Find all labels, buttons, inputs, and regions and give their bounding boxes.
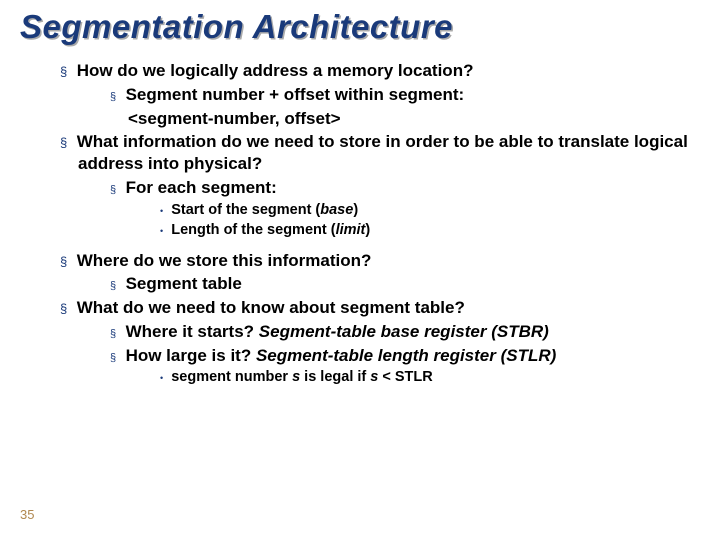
bullet-text: Where it starts? Segment-table base regi… <box>126 322 549 341</box>
bullet-text: Segment table <box>126 274 242 293</box>
bullet-l3: • Length of the segment (limit) <box>160 221 700 240</box>
bullet-icon: • <box>160 373 163 383</box>
bullet-icon: § <box>60 301 67 316</box>
bullet-icon: • <box>160 206 163 216</box>
bullet-text: <segment-number, offset> <box>128 109 341 128</box>
slide: Segmentation Architecture § How do we lo… <box>0 0 720 540</box>
bullet-l2: § Segment number + offset within segment… <box>110 84 700 106</box>
bullet-icon: § <box>110 352 116 364</box>
bullet-text: For each segment: <box>126 178 277 197</box>
bullet-icon: § <box>110 328 116 340</box>
bullet-icon: § <box>110 184 116 196</box>
bullet-icon: § <box>110 280 116 292</box>
bullet-l3: • Start of the segment (base) <box>160 201 700 220</box>
bullet-icon: § <box>60 254 67 269</box>
bullet-l1: § Where do we store this information? <box>60 250 700 272</box>
bullet-text: Segment number + offset within segment: <box>126 85 465 104</box>
bullet-l2: § Segment table <box>110 273 700 295</box>
bullet-text: Start of the segment (base) <box>171 202 358 218</box>
bullet-text: What do we need to know about segment ta… <box>77 298 465 317</box>
spacer <box>20 242 700 250</box>
bullet-icon: • <box>160 226 163 236</box>
bullet-text: Where do we store this information? <box>77 251 372 270</box>
bullet-l1: § How do we logically address a memory l… <box>60 60 700 82</box>
bullet-icon: § <box>110 91 116 103</box>
bullet-text: How large is it? Segment-table length re… <box>126 346 557 365</box>
bullet-text: segment number s is legal if s < STLR <box>171 369 433 385</box>
slide-content: § How do we logically address a memory l… <box>20 60 700 387</box>
bullet-text: What information do we need to store in … <box>77 132 688 173</box>
bullet-l2: § For each segment: <box>110 177 700 199</box>
page-number: 35 <box>20 507 34 522</box>
bullet-icon: § <box>60 64 67 79</box>
bullet-l2: § How large is it? Segment-table length … <box>110 345 700 367</box>
bullet-l3: • segment number s is legal if s < STLR <box>160 368 700 387</box>
slide-title: Segmentation Architecture <box>20 8 700 46</box>
bullet-l2: § Where it starts? Segment-table base re… <box>110 321 700 343</box>
bullet-text: How do we logically address a memory loc… <box>77 61 474 80</box>
bullet-l2-cont: <segment-number, offset> <box>128 108 700 130</box>
bullet-l1: § What information do we need to store i… <box>60 131 700 175</box>
bullet-text: Length of the segment (limit) <box>171 222 370 238</box>
bullet-l1: § What do we need to know about segment … <box>60 297 700 319</box>
bullet-icon: § <box>60 135 67 150</box>
